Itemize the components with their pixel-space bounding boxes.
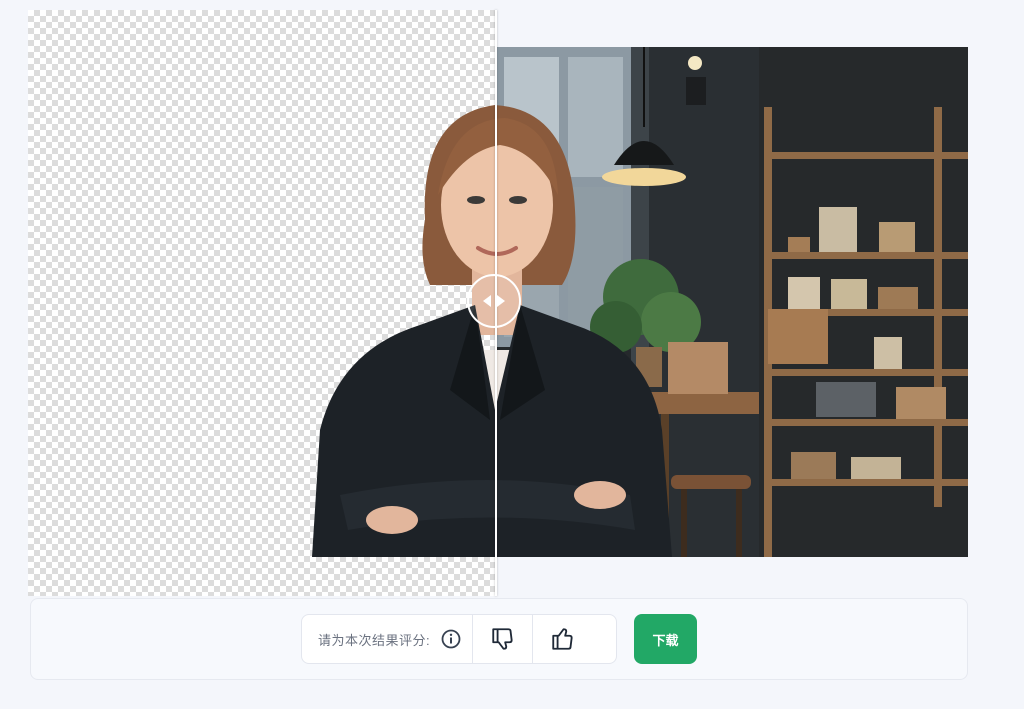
thumbs-down-icon [491, 628, 513, 650]
rating-prompt: 请为本次结果评分: [318, 632, 431, 648]
comparison-slider-handle[interactable] [467, 274, 521, 328]
info-icon[interactable] [436, 615, 466, 663]
download-button[interactable]: 下载 [634, 614, 697, 664]
slider-arrows-icon [483, 295, 505, 307]
thumbs-down-button[interactable] [473, 615, 532, 663]
thumbs-up-icon [551, 628, 573, 650]
portrait-subject [312, 105, 672, 557]
rating-panel: 请为本次结果评分: [301, 614, 617, 664]
thumbs-up-button[interactable] [533, 615, 592, 663]
